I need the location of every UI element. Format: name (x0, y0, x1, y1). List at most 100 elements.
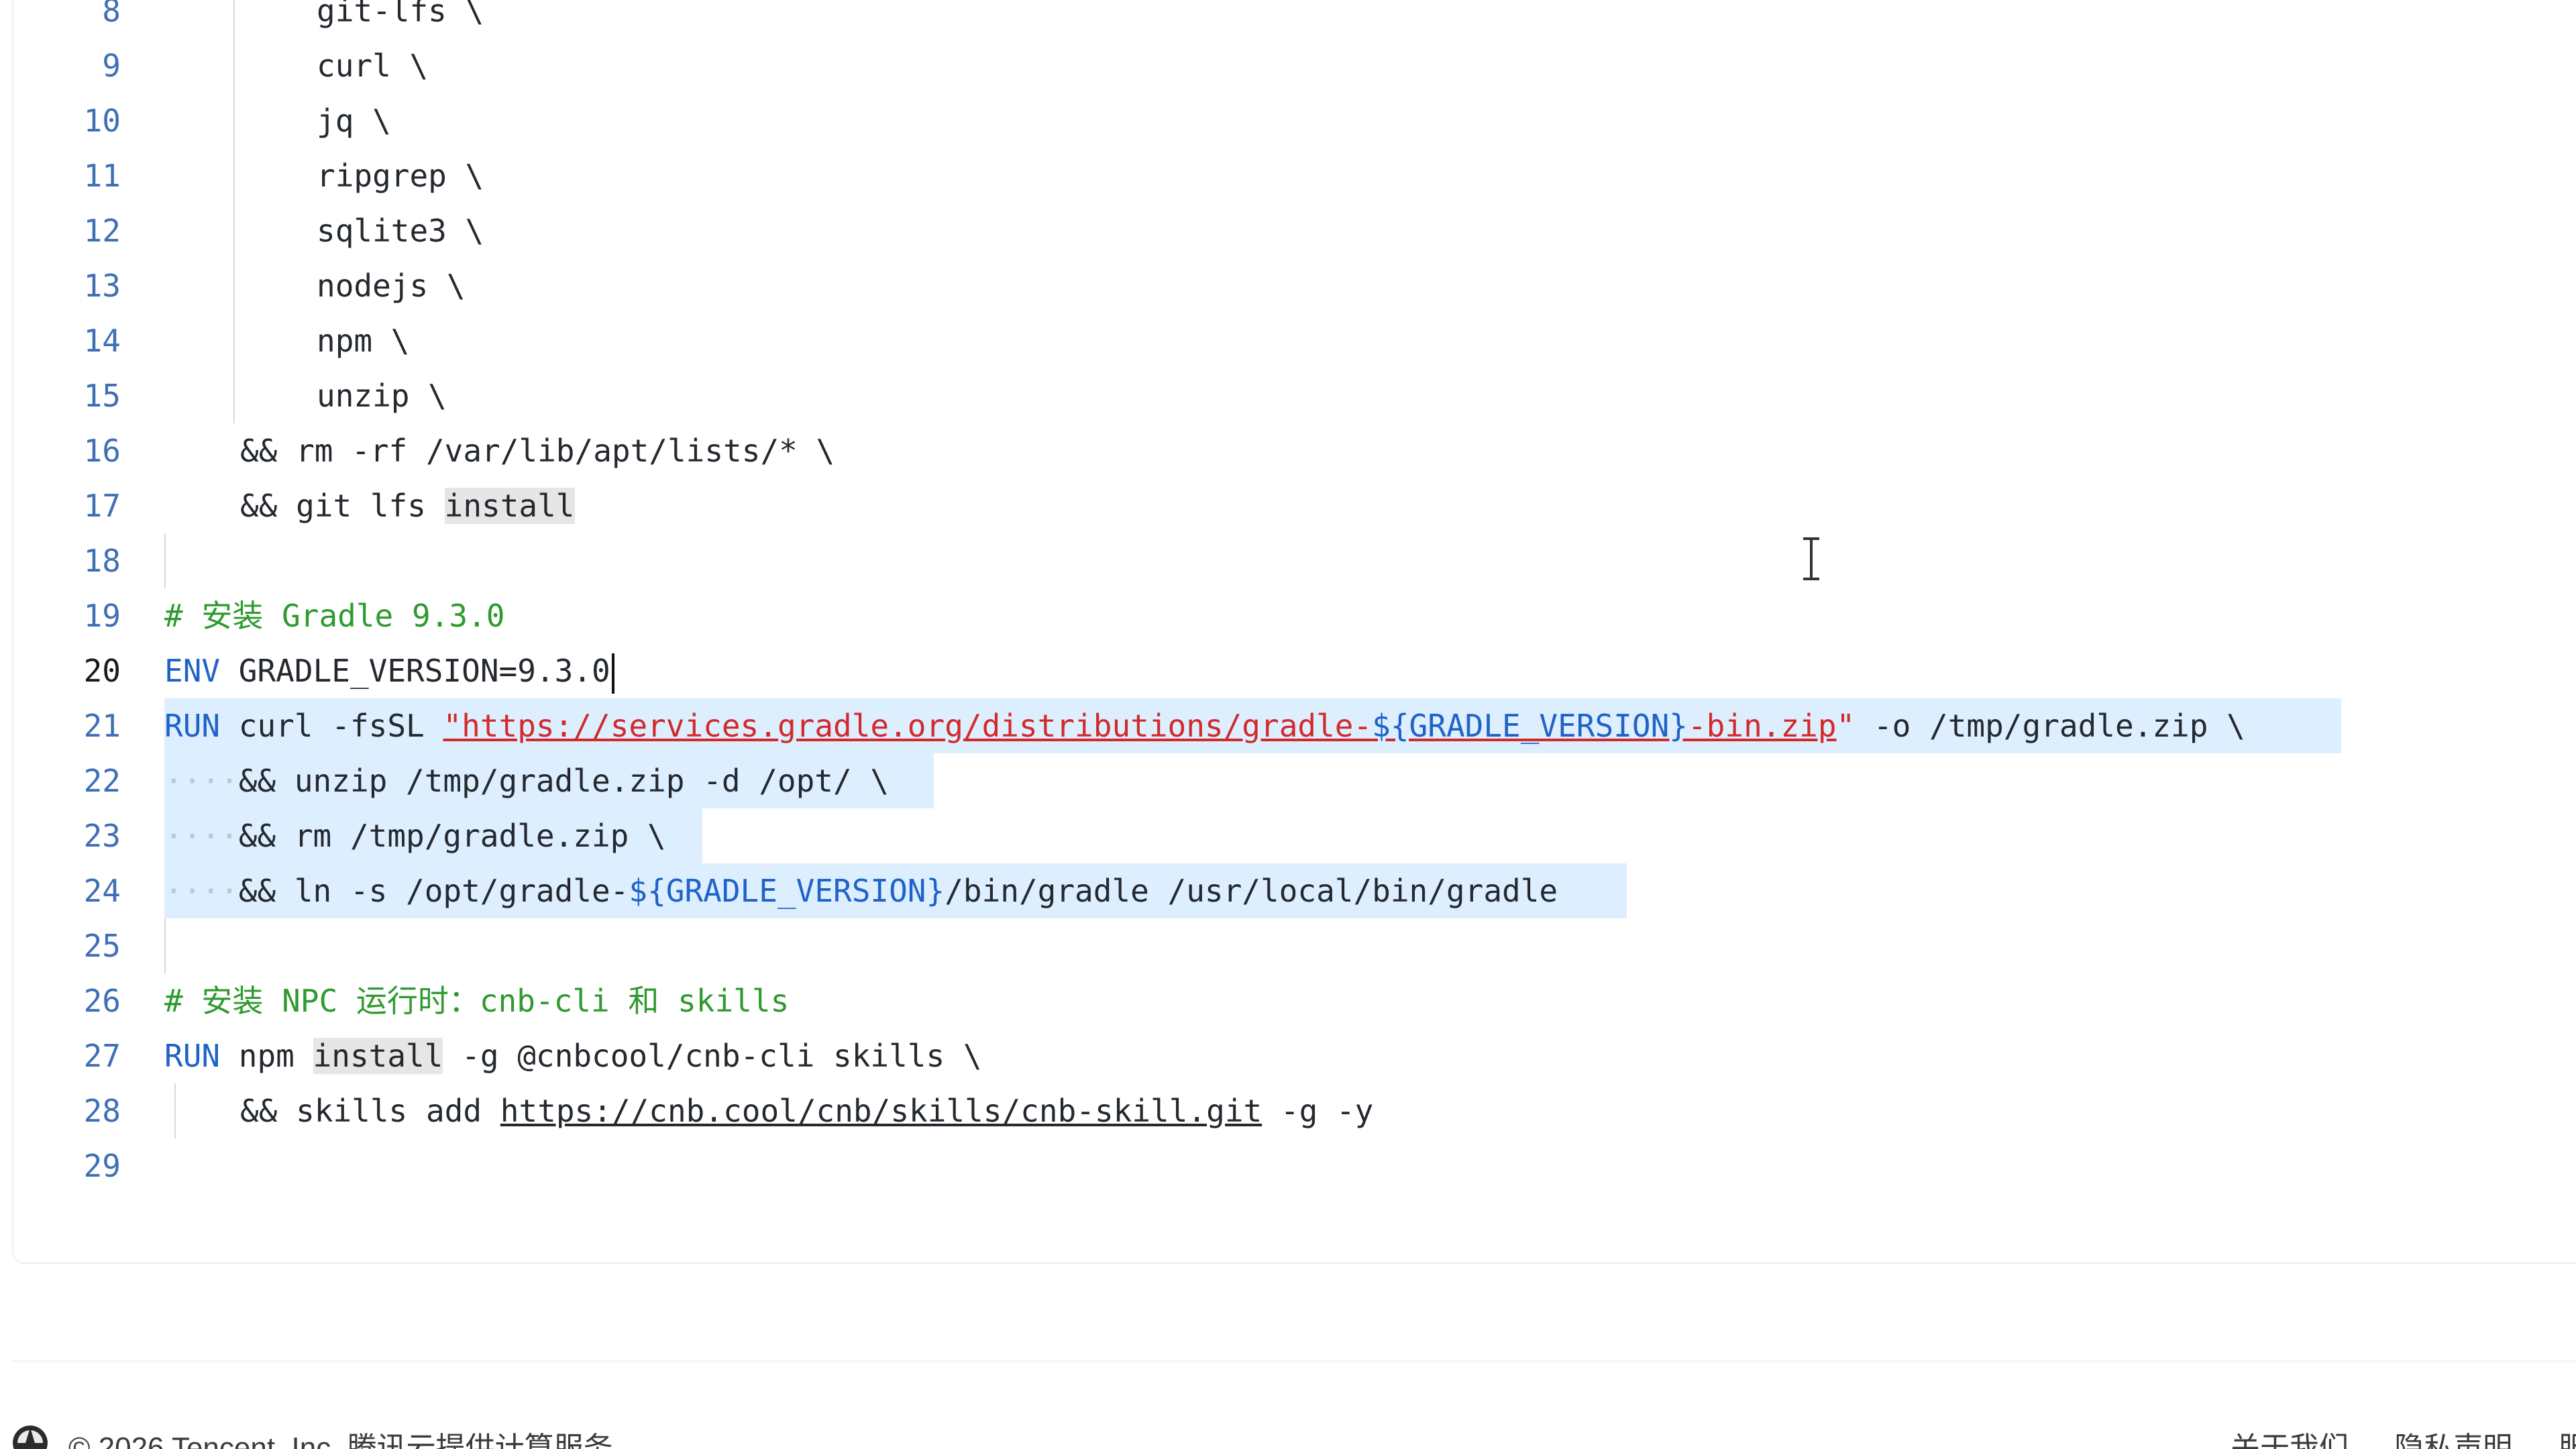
code-segment: && git lfs (240, 488, 445, 524)
code-line-26[interactable]: 26 # 安装 NPC 运行时：cnb-cli 和 skills (13, 973, 2576, 1028)
line-number: 29 (83, 1148, 121, 1184)
code-line-27[interactable]: 27 RUN npm install -g @cnbcool/cnb-cli s… (13, 1028, 2576, 1083)
indent-guide (233, 203, 235, 258)
code-line-13[interactable]: 13 nodejs \ (13, 258, 2576, 313)
line-number: 15 (83, 378, 121, 414)
cloud-logo-icon (13, 1426, 48, 1449)
keyword: RUN (164, 708, 221, 744)
indent-guide (174, 1083, 176, 1138)
code-line-25[interactable]: 25 (13, 918, 2576, 973)
code-text: ripgrep \ (317, 158, 484, 194)
code-segment: && ln -s /opt/gradle- (238, 873, 629, 909)
indent-guide (233, 258, 235, 313)
string-quote: " (443, 708, 462, 744)
code-text: jq \ (317, 103, 391, 139)
line-number: 9 (102, 48, 121, 84)
code-text: RUN curl -fsSL "https://services.gradle.… (164, 698, 2245, 753)
code-segment: GRADLE_VERSION=9.3.0 (220, 653, 610, 689)
string-url: https://services.gradle.org/distribution… (462, 708, 1373, 744)
line-number: 14 (83, 323, 121, 359)
whitespace-dots: ···· (164, 873, 239, 909)
code-text: sqlite3 \ (317, 213, 484, 249)
indent-guide (233, 0, 235, 38)
code-comment: # 安装 NPC 运行时：cnb-cli 和 skills (164, 983, 790, 1019)
code-line-19[interactable]: 19 # 安装 Gradle 9.3.0 (13, 588, 2576, 643)
code-segment: && rm /tmp/gradle.zip \ (238, 818, 666, 854)
code-line-10[interactable]: 10 jq \ (13, 93, 2576, 148)
code-line-18[interactable]: 18 (13, 533, 2576, 588)
keyword: RUN (164, 1038, 221, 1074)
line-number: 21 (83, 708, 121, 744)
line-number: 10 (83, 103, 121, 139)
code-segment: npm (220, 1038, 313, 1074)
line-number: 8 (102, 0, 121, 29)
indent-guide (233, 93, 235, 148)
indent-guide (233, 313, 235, 368)
line-number: 28 (83, 1093, 121, 1129)
indent-guide (233, 368, 235, 423)
variable: ${GRADLE_VERSION} (1372, 708, 1688, 744)
code-link[interactable]: https://cnb.cool/cnb/skills/cnb-skill.gi… (500, 1093, 1262, 1129)
footer-divider (12, 1360, 2576, 1362)
string-url: -bin.zip (1687, 708, 1837, 744)
line-number: 13 (83, 268, 121, 304)
code-line-21[interactable]: 21 RUN curl -fsSL "https://services.grad… (13, 698, 2576, 753)
code-line-28[interactable]: 28 && skills add https://cnb.cool/cnb/sk… (13, 1083, 2576, 1138)
code-segment: -g -y (1262, 1093, 1374, 1129)
indent-guide (164, 533, 166, 588)
code-text: && skills add https://cnb.cool/cnb/skill… (240, 1083, 1373, 1138)
code-line-20[interactable]: 20 ENV GRADLE_VERSION=9.3.0 (13, 643, 2576, 698)
string-quote: " (1836, 708, 1856, 744)
code-line-23[interactable]: 23 ····&& rm /tmp/gradle.zip \ (13, 808, 2576, 863)
code-line-9[interactable]: 9 curl \ (13, 38, 2576, 93)
code-segment: -g @cnbcool/cnb-cli skills \ (443, 1038, 982, 1074)
footer-link-more[interactable]: 服 (2558, 1432, 2576, 1449)
code-text: ····&& rm /tmp/gradle.zip \ (164, 808, 666, 863)
text-cursor-icon (1803, 537, 1819, 580)
line-number: 23 (83, 818, 121, 854)
code-segment: /bin/gradle /usr/local/bin/gradle (945, 873, 1558, 909)
line-number: 12 (83, 213, 121, 249)
code-text: && rm -rf /var/lib/apt/lists/* \ (240, 433, 835, 469)
code-line-8[interactable]: 8 git-lfs \ (13, 0, 2576, 38)
line-number: 24 (83, 873, 121, 909)
indent-guide (164, 918, 166, 973)
footer-link-about[interactable]: 关于我们 (2231, 1432, 2349, 1449)
line-number: 18 (83, 543, 121, 579)
footer-link-privacy[interactable]: 隐私声明 (2394, 1432, 2512, 1449)
footer-links: 关于我们 隐私声明 服 (2231, 1424, 2576, 1449)
code-line-14[interactable]: 14 npm \ (13, 313, 2576, 368)
whitespace-dots: ···· (164, 818, 239, 854)
code-line-22[interactable]: 22 ····&& unzip /tmp/gradle.zip -d /opt/… (13, 753, 2576, 808)
line-number: 27 (83, 1038, 121, 1074)
code-line-16[interactable]: 16 && rm -rf /var/lib/apt/lists/* \ (13, 423, 2576, 478)
code-line-12[interactable]: 12 sqlite3 \ (13, 203, 2576, 258)
code-text: git-lfs \ (317, 0, 484, 29)
keyword: ENV (164, 653, 221, 689)
code-editor[interactable]: 8 git-lfs \ 9 curl \ 10 jq \ 11 ripgrep … (12, 0, 2576, 1264)
line-number: 11 (83, 158, 121, 194)
code-line-15[interactable]: 15 unzip \ (13, 368, 2576, 423)
code-segment: && unzip /tmp/gradle.zip -d /opt/ \ (238, 763, 890, 799)
code-line-24[interactable]: 24 ····&& ln -s /opt/gradle-${GRADLE_VER… (13, 863, 2576, 918)
line-number: 25 (83, 928, 121, 964)
code-text: npm \ (317, 323, 410, 359)
code-text: curl \ (317, 48, 429, 84)
code-text: ····&& unzip /tmp/gradle.zip -d /opt/ \ (164, 753, 889, 808)
footer-copyright: © 2026 Tencent, Inc. 腾讯云提供计算服务 (68, 1432, 613, 1449)
code-comment: # 安装 Gradle 9.3.0 (164, 598, 505, 634)
highlighted-word: install (313, 1038, 443, 1074)
line-number: 19 (83, 598, 121, 634)
code-text: ENV GRADLE_VERSION=9.3.0 (164, 643, 614, 698)
line-number-active: 20 (83, 653, 121, 689)
line-number: 17 (83, 488, 121, 524)
code-line-11[interactable]: 11 ripgrep \ (13, 148, 2576, 203)
code-line-17[interactable]: 17 && git lfs install (13, 478, 2576, 533)
line-number: 26 (83, 983, 121, 1019)
line-number: 16 (83, 433, 121, 469)
page-footer: © 2026 Tencent, Inc. 腾讯云提供计算服务 关于我们 隐私声明… (0, 1415, 2576, 1449)
screen: 8 git-lfs \ 9 curl \ 10 jq \ 11 ripgrep … (0, 0, 2576, 1449)
indent-guide (233, 38, 235, 93)
code-line-29[interactable]: 29 (13, 1138, 2576, 1193)
text-caret (611, 653, 614, 694)
